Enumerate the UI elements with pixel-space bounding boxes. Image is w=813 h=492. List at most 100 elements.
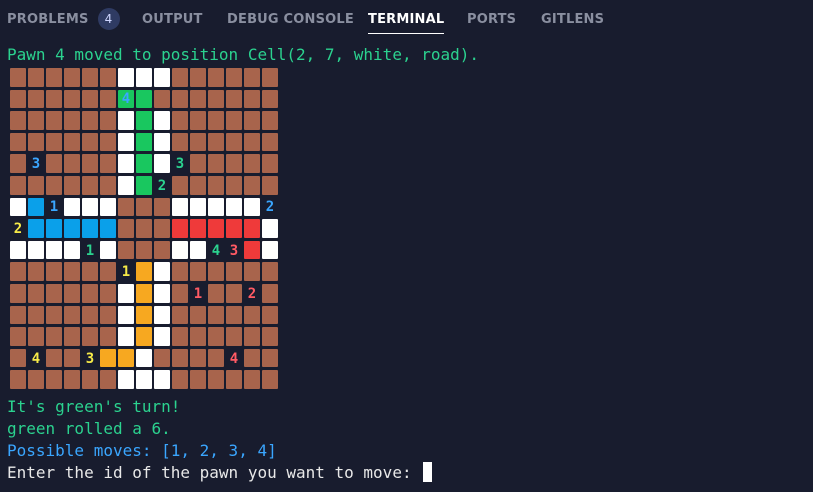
board-square bbox=[136, 132, 152, 152]
tab-terminal[interactable]: TERMINAL bbox=[368, 0, 445, 40]
tab-gitlens[interactable]: GITLENS bbox=[541, 0, 604, 40]
board-cell: 3 bbox=[81, 348, 99, 370]
board-cell bbox=[135, 348, 153, 370]
board-square bbox=[262, 262, 278, 281]
board-cell bbox=[135, 197, 153, 219]
board-square bbox=[244, 327, 260, 346]
board-square bbox=[64, 348, 80, 368]
board-cell: 1 bbox=[81, 240, 99, 262]
board-square bbox=[244, 305, 260, 325]
board-square bbox=[46, 111, 62, 130]
board-cell bbox=[63, 132, 81, 154]
board-square bbox=[244, 175, 260, 195]
board-square bbox=[100, 283, 116, 303]
board-cell bbox=[9, 305, 27, 327]
board-cell bbox=[63, 153, 81, 175]
board-square bbox=[172, 175, 188, 195]
board-square bbox=[262, 348, 278, 368]
board-square bbox=[208, 283, 224, 303]
terminal-prompt-line[interactable]: Enter the id of the pawn you want to mov… bbox=[7, 462, 433, 484]
terminal-output-tail: It's green's turn! green rolled a 6. Pos… bbox=[7, 396, 433, 484]
board-square bbox=[28, 175, 44, 195]
board-square bbox=[244, 262, 260, 281]
board-cell bbox=[9, 89, 27, 111]
board-square bbox=[262, 89, 278, 109]
board-square bbox=[118, 154, 134, 173]
board-cell bbox=[189, 175, 207, 197]
board-square bbox=[208, 175, 224, 195]
board-square bbox=[100, 219, 116, 238]
tab-debug-console[interactable]: DEBUG CONSOLE bbox=[227, 0, 354, 40]
board-square bbox=[154, 197, 170, 217]
pawn-label: 4 bbox=[229, 350, 239, 367]
board-square bbox=[100, 370, 116, 389]
board-square bbox=[100, 68, 116, 87]
board-square bbox=[100, 175, 116, 195]
board-cell bbox=[243, 218, 261, 240]
tab-gitlens-label: GITLENS bbox=[541, 11, 605, 27]
board-square bbox=[208, 132, 224, 152]
board-cell: 4 bbox=[207, 240, 225, 262]
board-cell bbox=[243, 348, 261, 370]
board-square bbox=[244, 197, 260, 217]
board-square bbox=[190, 132, 206, 152]
pawn-label: 1 bbox=[193, 285, 203, 302]
board-square bbox=[136, 219, 152, 238]
board-square bbox=[82, 154, 98, 173]
board-cell bbox=[117, 369, 135, 391]
board-cell bbox=[45, 326, 63, 348]
board-cell bbox=[207, 283, 225, 305]
board-square bbox=[154, 154, 170, 173]
board-square bbox=[136, 175, 152, 195]
board-cell bbox=[171, 240, 189, 262]
board-cell bbox=[153, 305, 171, 327]
board-square bbox=[118, 305, 134, 325]
board-cell bbox=[153, 283, 171, 305]
board-square bbox=[28, 370, 44, 389]
tab-problems-label: PROBLEMS bbox=[7, 11, 89, 27]
board-square bbox=[118, 240, 134, 260]
board-square bbox=[262, 305, 278, 325]
board-square bbox=[118, 111, 134, 130]
board-square bbox=[46, 240, 62, 260]
board-cell bbox=[63, 348, 81, 370]
board-square bbox=[46, 348, 62, 368]
board-cell bbox=[27, 67, 45, 89]
board-cell bbox=[189, 132, 207, 154]
board-cell bbox=[153, 67, 171, 89]
board-square bbox=[154, 305, 170, 325]
board-square bbox=[136, 370, 152, 389]
board-cell bbox=[117, 67, 135, 89]
board-square bbox=[118, 370, 134, 389]
board-square bbox=[82, 305, 98, 325]
board-cell bbox=[153, 197, 171, 219]
board-cell bbox=[225, 132, 243, 154]
board-cell bbox=[99, 326, 117, 348]
board-cell bbox=[45, 218, 63, 240]
board-square bbox=[154, 68, 170, 87]
board-cell bbox=[207, 348, 225, 370]
board-cell bbox=[171, 110, 189, 132]
board-square bbox=[226, 132, 242, 152]
board-square bbox=[28, 89, 44, 109]
tab-problems[interactable]: PROBLEMS 4 bbox=[7, 0, 120, 40]
board-square bbox=[10, 68, 26, 87]
board-square bbox=[136, 283, 152, 303]
board-square bbox=[64, 154, 80, 173]
tab-ports[interactable]: PORTS bbox=[467, 0, 516, 40]
board-cell bbox=[135, 305, 153, 327]
board-square bbox=[262, 111, 278, 130]
board-cell bbox=[45, 67, 63, 89]
board-square bbox=[244, 132, 260, 152]
pawn-label: 2 bbox=[247, 285, 257, 302]
board-cell bbox=[243, 369, 261, 391]
board-cell bbox=[189, 326, 207, 348]
board-square bbox=[100, 240, 116, 260]
tab-output[interactable]: OUTPUT bbox=[142, 0, 203, 40]
board-square bbox=[208, 262, 224, 281]
board-square bbox=[190, 89, 206, 109]
board-cell bbox=[153, 348, 171, 370]
board-cell bbox=[9, 67, 27, 89]
board-square bbox=[118, 327, 134, 346]
board-cell bbox=[225, 175, 243, 197]
